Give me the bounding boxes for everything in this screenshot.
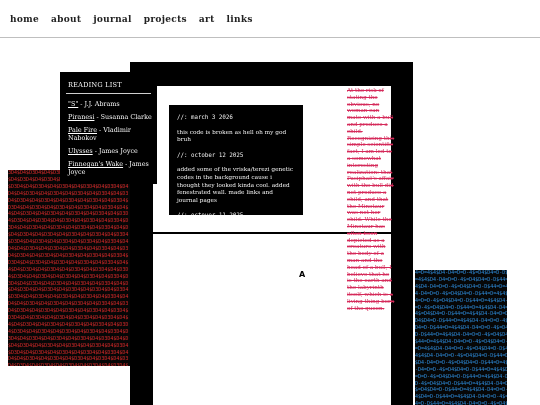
book-link[interactable]: Ulysses (68, 147, 93, 155)
journal-entry-date: //: octover 11 2025 (177, 213, 244, 220)
book-author: - Susanna Clarke (94, 113, 152, 121)
book-link[interactable]: Pale Fire (68, 126, 97, 134)
reading-list-item: Pale Fire - Vladimir Nabokov (68, 126, 154, 142)
book-author: - J.J. Abrams (78, 100, 120, 108)
journal-entry-date: //: march 3 2026 (177, 115, 233, 121)
reading-list-item: Piranesi - Susanna Clarke (68, 113, 154, 121)
nav-link-links[interactable]: links (227, 15, 253, 25)
genetic-code-blue-background: 4=D=4$4$D4-D4=D=D-4$=D4$D4=D-D$44=D=4$4$… (415, 270, 507, 405)
nav-divider (0, 37, 540, 38)
nav-link-art[interactable]: art (199, 15, 215, 25)
journal-panel: //: march 3 2026 this code is broken as … (169, 105, 303, 219)
reading-list-divider (66, 93, 151, 94)
journal-entry-date: //: october 12 2025 (177, 152, 244, 159)
journal-entry-text: this code is broken as hell oh my god br… (177, 129, 287, 144)
reading-list-item: "S" - J.J. Abrams (68, 100, 154, 108)
top-nav: home about journal projects art links (10, 15, 253, 25)
genetic-code-red-background: 3D4$D4$D3D4$D4$D3D4$D4$D3D4$D4$D3D4$D4$D… (8, 170, 130, 366)
journal-entry-text: added some of the vriska/terezi genetic … (177, 167, 294, 204)
nav-link-journal[interactable]: journal (93, 15, 131, 25)
nav-link-home[interactable]: home (10, 15, 39, 25)
book-link[interactable]: "S" (68, 100, 78, 108)
book-author: - James Joyce (92, 147, 138, 155)
reading-list-panel: READING LIST "S" - J.J. Abrams Piranesi … (60, 72, 157, 184)
nav-link-projects[interactable]: projects (144, 15, 187, 25)
reading-list-title: READING LIST (68, 81, 122, 89)
panel-letter: A (299, 270, 306, 279)
essay-text: At the risk of stating the obvious, no w… (347, 88, 395, 312)
book-link[interactable]: Piranesi (68, 113, 94, 121)
nav-link-about[interactable]: about (51, 15, 81, 25)
reading-list-item: Finnegan's Wake - James Joyce (68, 160, 154, 176)
book-link[interactable]: Finnegan's Wake (68, 160, 123, 168)
reading-list-item: Ulysses - James Joyce (68, 147, 154, 155)
